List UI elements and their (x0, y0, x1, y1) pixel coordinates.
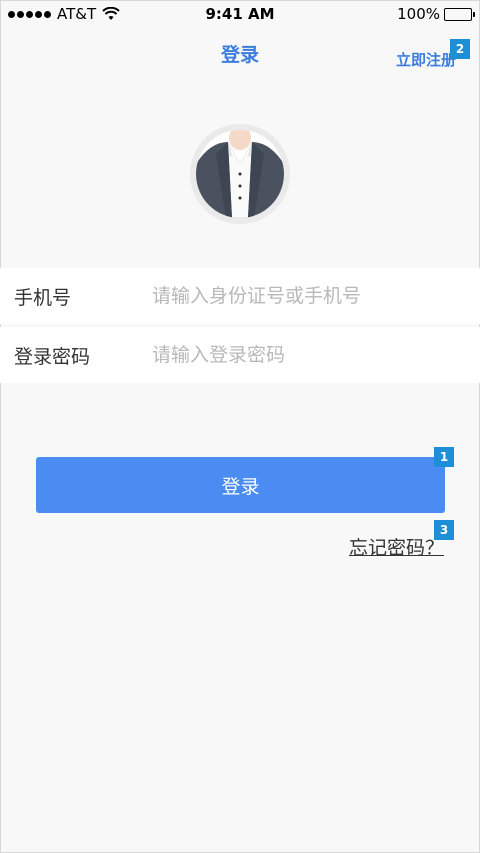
battery-percentage: 100% (397, 5, 440, 23)
phone-label: 手机号 (14, 286, 72, 309)
status-bar: AT&T 9:41 AM 100% (0, 0, 480, 28)
battery-icon (444, 7, 475, 21)
status-left: AT&T (8, 5, 120, 23)
register-link[interactable]: 立即注册 (396, 49, 456, 70)
password-input[interactable] (140, 327, 480, 383)
carrier-label: AT&T (57, 5, 97, 23)
wifi-icon (102, 7, 120, 20)
phone-row: 手机号 (0, 268, 480, 324)
forgot-password-link[interactable]: 忘记密码？ (349, 533, 444, 560)
forgot-badge: 3 (434, 520, 454, 540)
login-badge: 1 (434, 447, 454, 467)
password-label: 登录密码 (14, 345, 91, 368)
user-avatar-icon (190, 124, 290, 224)
password-row: 登录密码 (0, 327, 480, 383)
login-button[interactable]: 登录 (36, 457, 445, 513)
phone-input[interactable] (140, 268, 480, 324)
register-badge: 2 (450, 39, 470, 59)
status-right: 100% (397, 5, 475, 23)
signal-strength-icon (8, 10, 51, 18)
